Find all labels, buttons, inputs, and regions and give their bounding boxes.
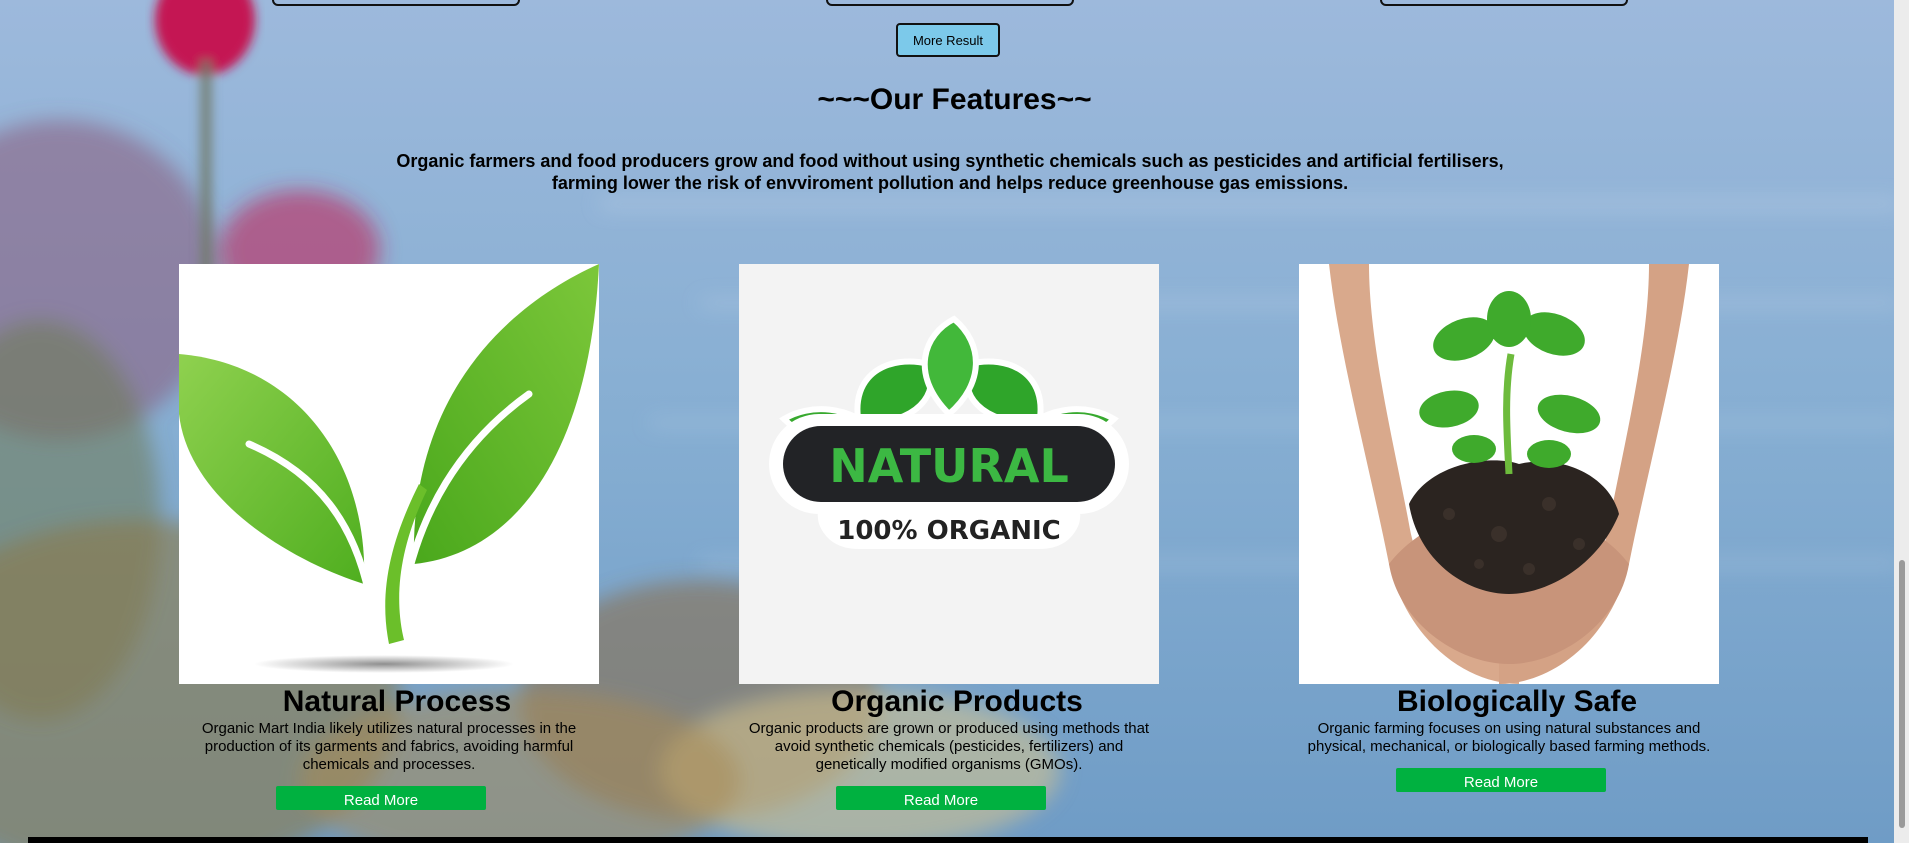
badge-organic-text: 100% ORGANIC <box>837 516 1060 546</box>
features-intro-line-1: Organic farmers and food producers grow … <box>396 151 1504 171</box>
previous-card-bottom-edge <box>1380 0 1628 6</box>
green-leaves-icon <box>179 264 599 684</box>
feature-card-organic-products: NATURAL 100% ORGANIC Organic Products Or… <box>739 264 1159 810</box>
read-more-button[interactable]: Read More <box>276 786 486 810</box>
card-description: Organic Mart India likely utilizes natur… <box>201 720 577 773</box>
card-title: Natural Process <box>282 685 512 718</box>
footer-top-edge <box>28 837 1868 843</box>
previous-card-bottom-edge <box>272 0 520 6</box>
card-description: Organic products are grown or produced u… <box>748 720 1150 773</box>
natural-organic-badge-icon: NATURAL 100% ORGANIC <box>739 264 1159 684</box>
features-intro-line-2: farming lower the risk of envviroment po… <box>551 173 1349 193</box>
read-more-button[interactable]: Read More <box>836 786 1046 810</box>
card-description: Organic farming focuses on using natural… <box>1307 720 1711 755</box>
feature-card-natural-process: Natural Process Organic Mart India likel… <box>179 264 599 810</box>
badge-natural-text: NATURAL <box>829 439 1069 493</box>
hands-holding-seedling-icon <box>1299 264 1719 684</box>
more-result-button[interactable]: More Result <box>896 23 1000 57</box>
features-title: ~~~Our Features~~ <box>817 83 1092 116</box>
card-title: Biologically Safe <box>1396 685 1638 718</box>
card-title: Organic Products <box>831 685 1083 718</box>
features-intro: Organic farmers and food producers grow … <box>320 150 1580 194</box>
previous-card-bottom-edge <box>826 0 1074 6</box>
feature-card-biologically-safe: Biologically Safe Organic farming focuse… <box>1299 264 1719 792</box>
read-more-button[interactable]: Read More <box>1396 768 1606 792</box>
